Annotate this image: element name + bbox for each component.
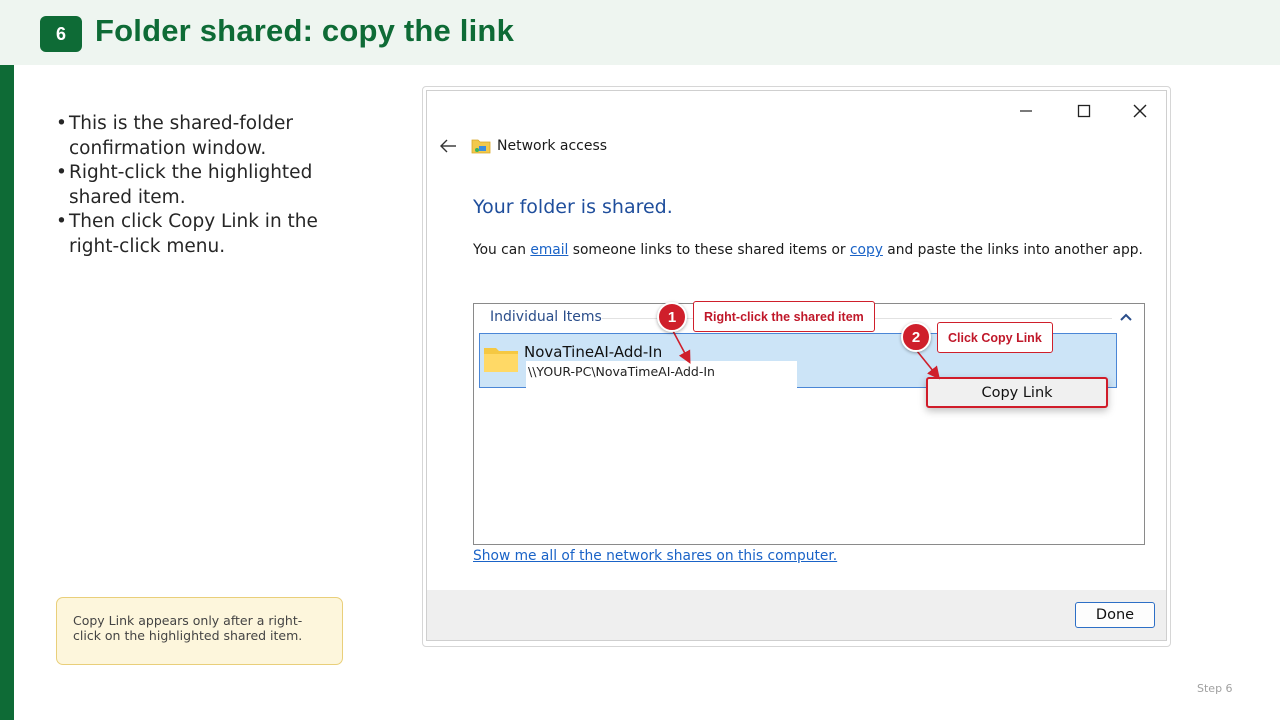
instruction-item: Then click Copy Link in the right-click … bbox=[56, 210, 356, 259]
back-arrow-icon bbox=[440, 139, 456, 153]
instruction-item: Right-click the highlighted shared item. bbox=[56, 161, 356, 210]
network-shares-link[interactable]: Show me all of the network shares on thi… bbox=[473, 548, 837, 564]
dialog-footer bbox=[427, 590, 1166, 640]
done-button[interactable]: Done bbox=[1075, 602, 1155, 628]
network-access-dialog: Network access Your folder is shared. Yo… bbox=[426, 90, 1167, 641]
shared-item-name: NovaTineAI-Add-In bbox=[524, 343, 663, 361]
folder-icon bbox=[483, 345, 519, 377]
callout-2-label: Click Copy Link bbox=[937, 322, 1053, 353]
shared-item-path: \\YOUR-PC\NovaTimeAI-Add-In bbox=[528, 364, 715, 379]
description-text: someone links to these shared items or bbox=[568, 242, 850, 258]
nav-title: Network access bbox=[497, 138, 608, 154]
close-icon bbox=[1133, 104, 1147, 118]
email-link[interactable]: email bbox=[530, 242, 568, 258]
copy-link[interactable]: copy bbox=[850, 242, 883, 258]
step-number-badge: 6 bbox=[40, 16, 82, 52]
copy-link-menu-item[interactable]: Copy Link bbox=[926, 377, 1108, 408]
shared-item-path-field: \\YOUR-PC\NovaTimeAI-Add-In bbox=[526, 361, 797, 388]
copy-link-label: Copy Link bbox=[981, 384, 1053, 401]
accent-bar bbox=[0, 65, 14, 720]
callout-2-marker: 2 bbox=[901, 322, 931, 352]
network-folder-icon bbox=[471, 137, 491, 159]
back-button[interactable] bbox=[435, 135, 461, 157]
callout-1-marker: 1 bbox=[657, 302, 687, 332]
slide-header: 6 Folder shared: copy the link bbox=[0, 0, 1280, 65]
close-button[interactable] bbox=[1123, 98, 1157, 124]
maximize-button[interactable] bbox=[1067, 98, 1101, 124]
share-description: You can email someone links to these sha… bbox=[473, 242, 1143, 258]
group-header: Individual Items bbox=[490, 309, 602, 325]
chevron-up-icon bbox=[1120, 313, 1132, 321]
slide-title: Folder shared: copy the link bbox=[95, 13, 515, 48]
collapse-button[interactable] bbox=[1116, 308, 1136, 326]
minimize-icon bbox=[1020, 110, 1032, 112]
description-text: and paste the links into another app. bbox=[882, 242, 1143, 258]
instruction-list: This is the shared-folder confirmation w… bbox=[56, 112, 356, 259]
minimize-button[interactable] bbox=[1009, 98, 1043, 124]
shared-heading: Your folder is shared. bbox=[473, 196, 673, 218]
step-footer: Step 6 bbox=[1197, 682, 1233, 695]
instruction-item: This is the shared-folder confirmation w… bbox=[56, 112, 356, 161]
maximize-icon bbox=[1077, 104, 1091, 118]
callout-1-label: Right-click the shared item bbox=[693, 301, 875, 332]
description-text: You can bbox=[473, 242, 531, 258]
tip-note: Copy Link appears only after a right-cli… bbox=[56, 597, 343, 665]
